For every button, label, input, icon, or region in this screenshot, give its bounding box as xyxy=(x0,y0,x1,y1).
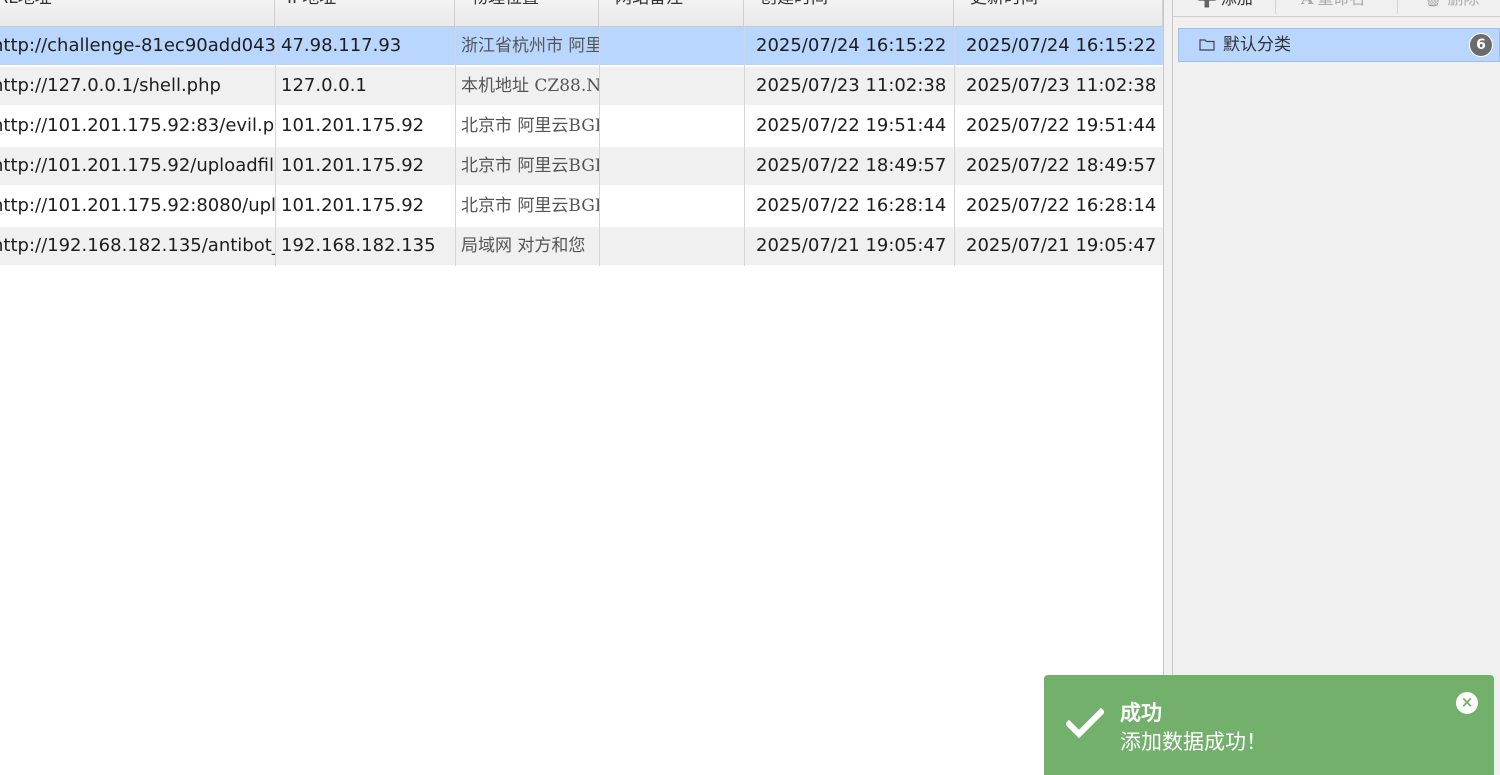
cell-updated: 2025/07/23 11:02:38 xyxy=(966,75,1157,96)
cell-ip: 47.98.117.93 xyxy=(281,35,402,56)
cell-created: 2025/07/21 19:05:47 xyxy=(756,235,947,256)
cell-location: 北京市 阿里云BGP xyxy=(461,196,599,216)
cell-created: 2025/07/22 18:49:57 xyxy=(756,155,947,176)
cell-note xyxy=(599,27,744,65)
cell-url: http://challenge-81ec90add04335 xyxy=(0,35,275,56)
column-header-location[interactable]: 物理位置 xyxy=(455,0,599,26)
trash-icon: 🗑 xyxy=(1423,0,1443,8)
cell-updated: 2025/07/22 16:28:14 xyxy=(966,195,1157,216)
cell-created: 2025/07/23 11:02:38 xyxy=(756,75,947,96)
cell-location: 北京市 阿里云BGP xyxy=(461,116,599,136)
delete-category-button[interactable]: 🗑删除 xyxy=(1423,0,1479,16)
category-toolbar: ➕添加 A重命名 🗑删除 xyxy=(1173,0,1500,17)
add-category-button[interactable]: ➕添加 xyxy=(1197,0,1253,16)
table-row[interactable]: http://127.0.0.1/shell.php 127.0.0.1 本机地址 … xyxy=(0,67,1163,105)
cell-url: http://192.168.182.135/antibot_in xyxy=(0,235,275,256)
category-label: 默认分类 xyxy=(1223,35,1291,55)
cell-note xyxy=(599,227,744,265)
cell-url: http://101.201.175.92/uploadfiles/ xyxy=(0,155,275,176)
cell-created: 2025/07/22 19:51:44 xyxy=(756,115,947,136)
table-row[interactable]: http://101.201.175.92:8080/upload 101.201… xyxy=(0,187,1163,225)
category-panel: ➕添加 A重命名 🗑删除 默认分类 6 xyxy=(1173,0,1500,775)
cell-updated: 2025/07/24 16:15:22 xyxy=(966,35,1157,56)
column-header-note[interactable]: 网站备注 xyxy=(599,0,744,26)
grid-header: URL地址 IP地址 物理位置 网站备注 创建时间 更新时间 xyxy=(0,0,1163,27)
cell-ip: 101.201.175.92 xyxy=(281,155,425,176)
toolbar-divider xyxy=(1397,0,1398,14)
success-toast: 成功 添加数据成功！ × xyxy=(1044,675,1494,775)
column-header-created[interactable]: 创建时间 xyxy=(744,0,954,26)
folder-icon xyxy=(1199,39,1215,51)
plus-circle-icon: ➕ xyxy=(1197,0,1217,8)
cell-ip: 192.168.182.135 xyxy=(281,235,436,256)
column-divider xyxy=(455,26,456,266)
cell-url: http://101.201.175.92:8080/upload xyxy=(0,195,275,216)
category-count-badge: 6 xyxy=(1469,33,1493,57)
close-icon[interactable]: × xyxy=(1456,692,1478,714)
cell-note xyxy=(599,187,744,225)
cell-ip: 127.0.0.1 xyxy=(281,75,367,96)
cell-updated: 2025/07/22 18:49:57 xyxy=(966,155,1157,176)
cell-note xyxy=(599,107,744,145)
cell-updated: 2025/07/21 19:05:47 xyxy=(966,235,1157,256)
table-row[interactable]: http://192.168.182.135/antibot_in 192.168… xyxy=(0,227,1163,265)
panel-splitter[interactable] xyxy=(1163,0,1173,775)
column-header-updated[interactable]: 更新时间 xyxy=(954,0,1163,26)
rename-category-button[interactable]: A重命名 xyxy=(1301,0,1365,16)
cell-location: 本机地址 CZ88.NET xyxy=(461,76,599,96)
checkmark-icon xyxy=(1066,708,1104,738)
cell-note xyxy=(599,67,744,105)
table-row[interactable]: http://challenge-81ec90add04335 47.98.117… xyxy=(0,27,1163,65)
column-header-ip[interactable]: IP地址 xyxy=(275,0,455,26)
cell-ip: 101.201.175.92 xyxy=(281,115,425,136)
cell-created: 2025/07/24 16:15:22 xyxy=(756,35,947,56)
cell-url: http://127.0.0.1/shell.php xyxy=(0,75,221,96)
table-row[interactable]: http://101.201.175.92:83/evil.php 101.201… xyxy=(0,107,1163,145)
cell-updated: 2025/07/22 19:51:44 xyxy=(966,115,1157,136)
column-header-url[interactable]: URL地址 xyxy=(0,0,275,26)
category-item-default[interactable]: 默认分类 6 xyxy=(1178,28,1500,62)
cell-location: 北京市 阿里云BGP xyxy=(461,156,599,176)
font-icon: A xyxy=(1301,0,1313,8)
toolbar-divider xyxy=(1275,0,1276,14)
toast-message: 添加数据成功！ xyxy=(1120,730,1267,754)
column-divider xyxy=(599,26,600,266)
column-divider xyxy=(275,26,276,266)
cell-location: 局域网 对方和您 xyxy=(461,236,586,256)
table-row[interactable]: http://101.201.175.92/uploadfiles/101.20… xyxy=(0,147,1163,185)
cell-url: http://101.201.175.92:83/evil.php xyxy=(0,115,275,136)
cell-ip: 101.201.175.92 xyxy=(281,195,425,216)
cell-location: 浙江省杭州市 阿里云 xyxy=(461,36,599,56)
cell-created: 2025/07/22 16:28:14 xyxy=(756,195,947,216)
toast-title: 成功 xyxy=(1120,700,1162,725)
column-divider xyxy=(954,26,955,266)
shell-list-grid: URL地址 IP地址 物理位置 网站备注 创建时间 更新时间 http://ch… xyxy=(0,0,1163,775)
cell-note xyxy=(599,147,744,185)
column-divider xyxy=(744,26,745,266)
